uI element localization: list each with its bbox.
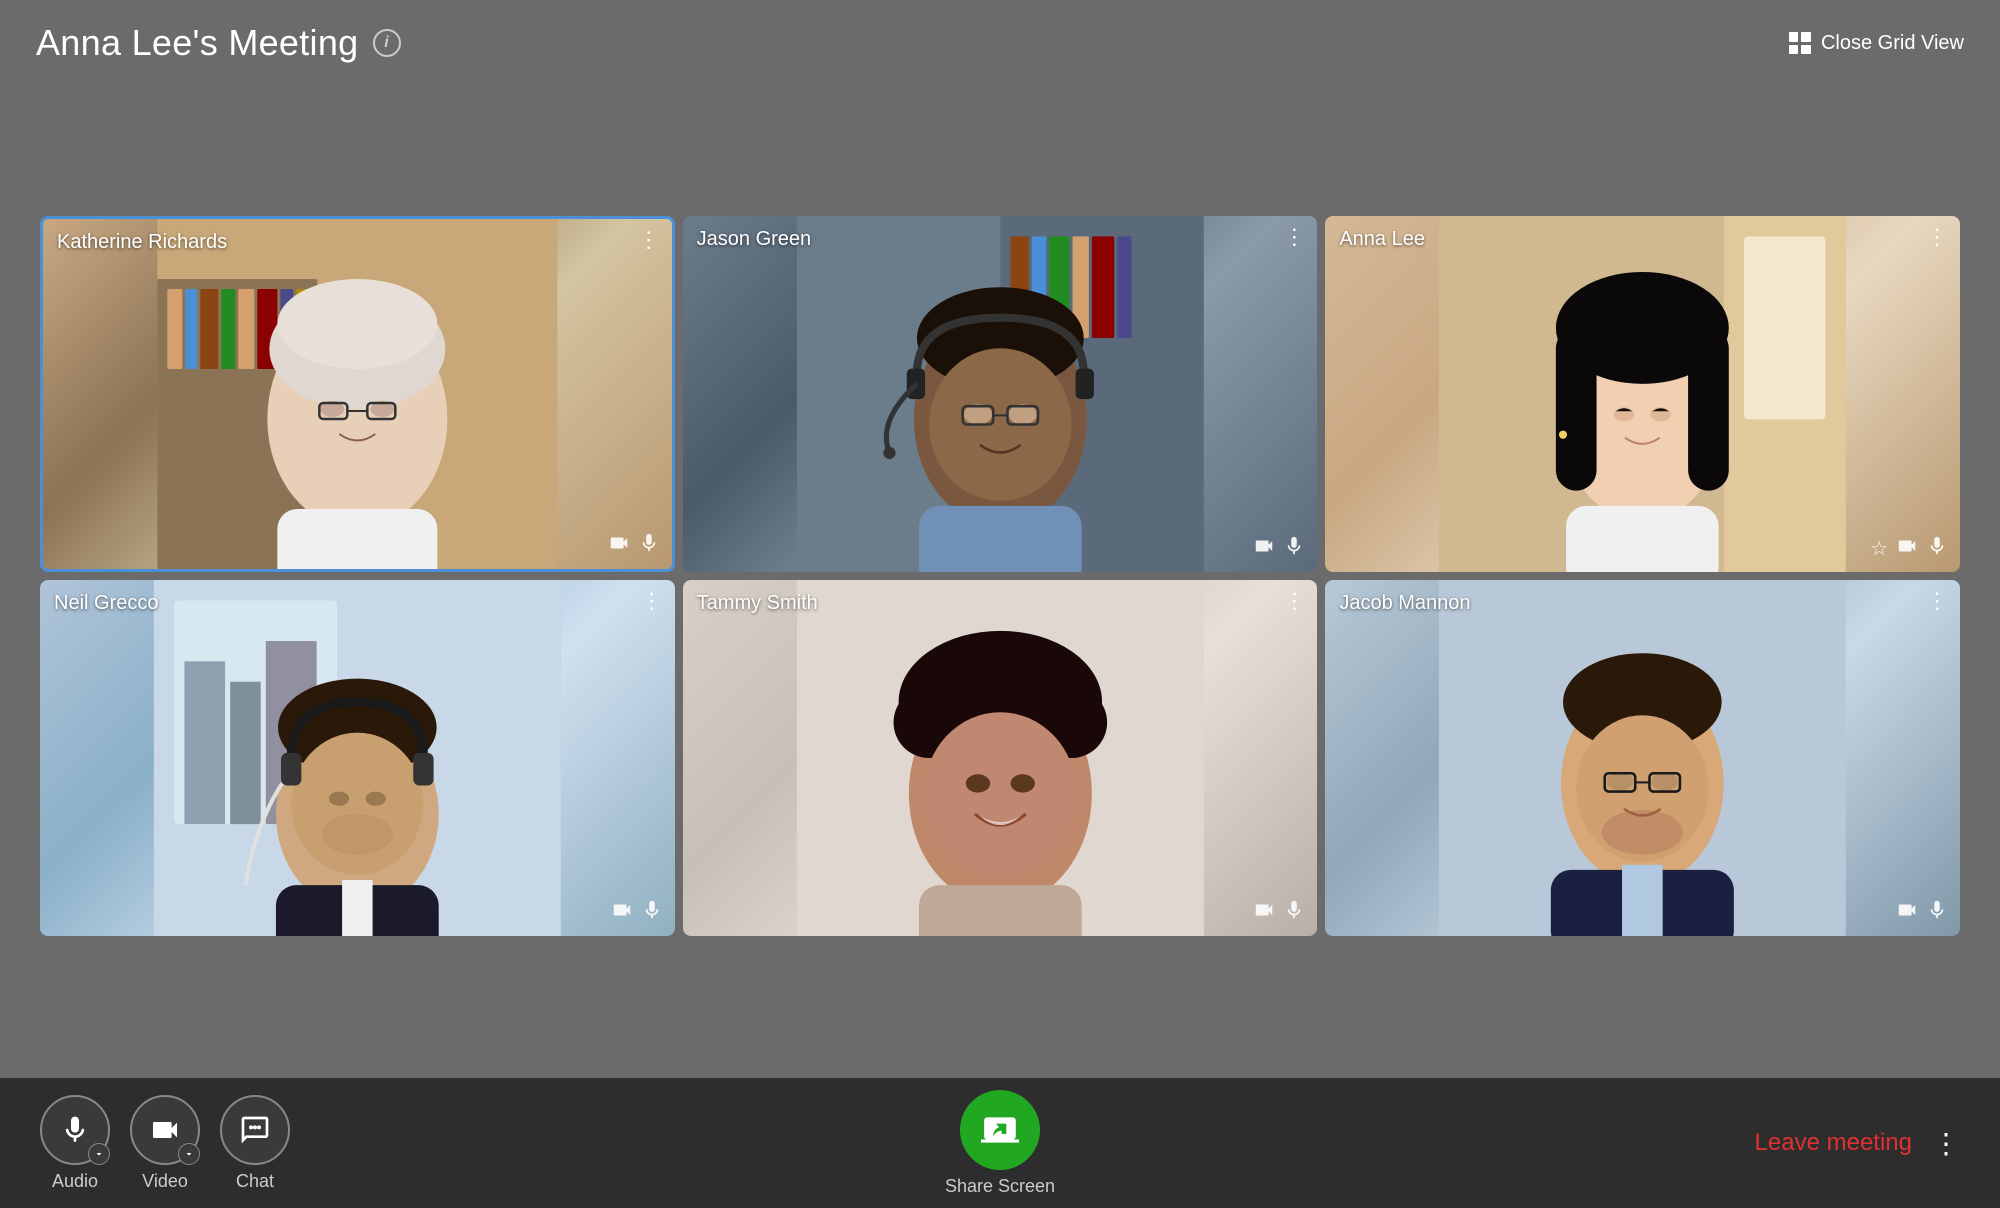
share-screen-circle (960, 1090, 1040, 1170)
video-feed-jason (683, 216, 1318, 572)
controls-katherine (608, 532, 660, 559)
toolbar-left: Audio Video Chat (40, 1095, 290, 1192)
menu-katherine[interactable]: ⋮ (638, 229, 660, 251)
controls-neil (611, 899, 663, 926)
mic-icon-neil (641, 899, 663, 926)
video-icon-jason (1253, 535, 1275, 562)
camera-icon (149, 1114, 181, 1146)
video-button[interactable]: Video (130, 1095, 200, 1192)
toolbar-right: Leave meeting ⋮ (1755, 1127, 1960, 1160)
video-feed-tammy (683, 580, 1318, 936)
chat-label: Chat (236, 1171, 274, 1192)
controls-jason (1253, 535, 1305, 562)
audio-button-circle (40, 1095, 110, 1165)
share-screen-label: Share Screen (945, 1176, 1055, 1197)
meeting-title: Anna Lee's Meeting (36, 22, 359, 64)
tile-neil: Neil Grecco ⋮ (40, 580, 675, 936)
menu-anna[interactable]: ⋮ (1926, 226, 1948, 248)
mic-icon-jason (1283, 535, 1305, 562)
toolbar-center: Share Screen (945, 1090, 1055, 1197)
controls-jacob (1896, 899, 1948, 926)
menu-jason[interactable]: ⋮ (1283, 226, 1305, 248)
video-feed-jacob (1325, 580, 1960, 936)
mic-icon-jacob (1926, 899, 1948, 926)
video-grid-container: Katherine Richards ⋮ (0, 74, 2000, 1078)
audio-chevron[interactable] (88, 1143, 110, 1165)
menu-neil[interactable]: ⋮ (641, 590, 663, 612)
video-chevron[interactable] (178, 1143, 200, 1165)
menu-tammy[interactable]: ⋮ (1283, 590, 1305, 612)
name-jacob: Jacob Mannon (1339, 592, 1470, 615)
video-icon-neil (611, 899, 633, 926)
leave-meeting-button[interactable]: Leave meeting (1755, 1129, 1912, 1157)
controls-anna: ☆ (1870, 535, 1948, 562)
video-icon-tammy (1253, 899, 1275, 926)
close-grid-button[interactable]: Close Grid View (1789, 32, 1964, 55)
tile-tammy: Tammy Smith ⋮ (683, 580, 1318, 936)
video-feed-katherine (43, 219, 672, 569)
header: Anna Lee's Meeting i Close Grid View (0, 0, 2000, 74)
video-feed-anna (1325, 216, 1960, 572)
video-icon-anna (1896, 535, 1918, 562)
video-label: Video (142, 1171, 188, 1192)
video-grid: Katherine Richards ⋮ (40, 216, 1960, 936)
video-icon-katherine (608, 532, 630, 559)
chat-button[interactable]: Chat (220, 1095, 290, 1192)
video-button-circle (130, 1095, 200, 1165)
more-options-button[interactable]: ⋮ (1932, 1127, 1960, 1160)
name-katherine: Katherine Richards (57, 231, 227, 254)
mic-icon-anna (1926, 535, 1948, 562)
name-anna: Anna Lee (1339, 228, 1425, 251)
mic-icon-katherine (638, 532, 660, 559)
info-icon[interactable]: i (373, 29, 401, 57)
mic-icon-tammy (1283, 899, 1305, 926)
video-feed-neil (40, 580, 675, 936)
controls-tammy (1253, 899, 1305, 926)
chevron-down-icon (93, 1148, 105, 1160)
chevron-down-icon (183, 1148, 195, 1160)
tile-jason: Jason Green ⋮ (683, 216, 1318, 572)
tile-jacob: Jacob Mannon ⋮ (1325, 580, 1960, 936)
grid-icon (1789, 32, 1811, 54)
tile-katherine: Katherine Richards ⋮ (40, 216, 675, 572)
chat-icon (239, 1114, 271, 1146)
chat-button-circle (220, 1095, 290, 1165)
mic-icon (59, 1114, 91, 1146)
toolbar: Audio Video Chat Share Screen (0, 1078, 2000, 1208)
tile-anna: Anna Lee ⋮ ☆ (1325, 216, 1960, 572)
audio-button[interactable]: Audio (40, 1095, 110, 1192)
name-neil: Neil Grecco (54, 592, 158, 615)
audio-label: Audio (52, 1171, 98, 1192)
name-jason: Jason Green (697, 228, 812, 251)
name-tammy: Tammy Smith (697, 592, 818, 615)
close-grid-label: Close Grid View (1821, 32, 1964, 55)
video-icon-jacob (1896, 899, 1918, 926)
share-screen-icon (981, 1111, 1019, 1149)
star-icon-anna[interactable]: ☆ (1870, 536, 1888, 561)
header-left: Anna Lee's Meeting i (36, 22, 401, 64)
menu-jacob[interactable]: ⋮ (1926, 590, 1948, 612)
share-screen-button[interactable]: Share Screen (945, 1090, 1055, 1197)
